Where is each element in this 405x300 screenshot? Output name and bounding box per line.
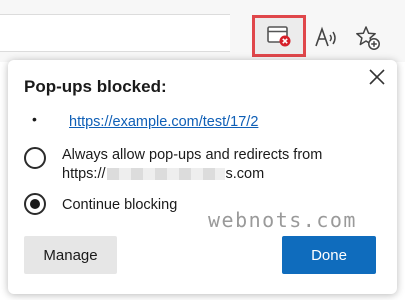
done-button[interactable]: Done xyxy=(282,236,376,274)
read-aloud-button[interactable] xyxy=(312,24,340,52)
redacted-domain xyxy=(106,168,225,181)
popups-blocked-flyout: Pop-ups blocked: • https://example.com/t… xyxy=(8,60,397,294)
close-button[interactable] xyxy=(366,66,388,88)
allow-popups-radio[interactable] xyxy=(24,147,46,169)
blocked-popup-link[interactable]: https://example.com/test/17/2 xyxy=(69,114,258,130)
close-icon xyxy=(369,69,385,85)
flyout-title: Pop-ups blocked: xyxy=(24,77,167,96)
continue-blocking-radio[interactable] xyxy=(24,193,46,215)
continue-blocking-label[interactable]: Continue blocking xyxy=(62,197,177,213)
allow-domain: https:// s.com xyxy=(62,165,362,184)
allow-popups-label[interactable]: Always allow pop-ups and redirects from … xyxy=(62,146,362,184)
radio-selected-dot xyxy=(30,199,40,209)
browser-window: Pop-ups blocked: • https://example.com/t… xyxy=(0,0,405,300)
read-aloud-icon xyxy=(315,26,336,47)
popup-blocked-icon xyxy=(267,26,291,47)
popup-blocked-button[interactable] xyxy=(252,15,306,57)
allow-domain-prefix: https:// xyxy=(62,166,106,182)
star-plus-icon xyxy=(356,26,380,50)
manage-button[interactable]: Manage xyxy=(24,236,117,274)
browser-toolbar xyxy=(0,0,405,62)
allow-popups-text: Always allow pop-ups and redirects from xyxy=(62,147,323,163)
add-favorite-button[interactable] xyxy=(354,24,382,52)
watermark: webnots.com xyxy=(208,208,357,232)
address-bar[interactable] xyxy=(0,14,230,52)
allow-domain-suffix: s.com xyxy=(225,166,265,182)
list-bullet: • xyxy=(32,111,37,127)
